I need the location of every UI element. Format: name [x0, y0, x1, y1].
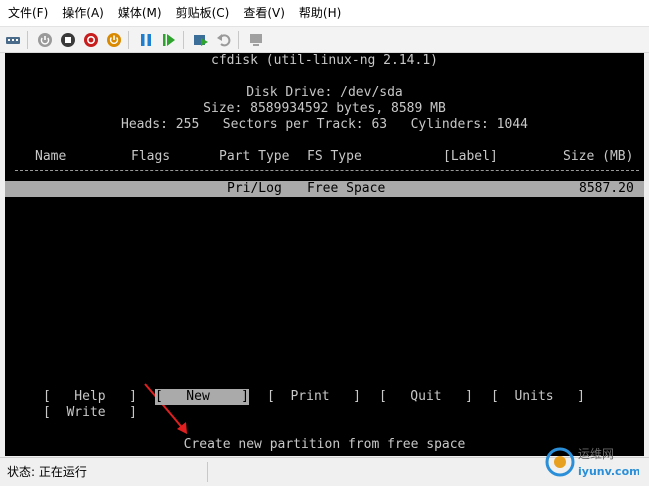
menu-help[interactable]: 帮助(H) [293, 0, 347, 26]
vm-console[interactable]: cfdisk (util-linux-ng 2.14.1) Disk Drive… [5, 53, 644, 456]
row-fs-type: Free Space [307, 181, 386, 196]
watermark-logo: 运维网 iyunv.com [545, 447, 639, 478]
turn-off-icon[interactable] [58, 30, 78, 50]
enhanced-session-icon[interactable] [246, 30, 266, 50]
pause-icon[interactable] [136, 30, 156, 50]
status-text: 状态: 正在运行 [0, 462, 208, 482]
shut-down-icon[interactable] [81, 30, 101, 50]
header-label: [Label] [443, 149, 498, 164]
menu-view[interactable]: 查看(V) [237, 0, 291, 26]
watermark-sub: iyunv.com [578, 465, 639, 478]
print-command[interactable]: [ Print ] [267, 389, 361, 405]
quit-command[interactable]: [ Quit ] [379, 389, 473, 405]
row-part-type: Pri/Log [227, 181, 282, 196]
start-icon[interactable] [35, 30, 55, 50]
new-command[interactable]: [ New ] [155, 389, 249, 405]
write-command[interactable]: [ Write ] [43, 405, 137, 421]
menu-bar: 文件(F) 操作(A) 媒体(M) 剪贴板(C) 查看(V) 帮助(H) [0, 0, 649, 27]
header-name: Name [35, 149, 67, 164]
partition-table-header: Name Flags Part Type FS Type [Label] Siz… [5, 149, 644, 165]
menu-action[interactable]: 操作(A) [56, 0, 110, 26]
power-icon[interactable] [104, 30, 124, 50]
cfdisk-title: cfdisk (util-linux-ng 2.14.1) [211, 53, 438, 68]
menu-clipboard[interactable]: 剪贴板(C) [170, 0, 236, 26]
header-part-type: Part Type [219, 149, 290, 164]
disk-size-line: Size: 8589934592 bytes, 8589 MB [203, 101, 446, 116]
toolbar-separator [238, 30, 239, 49]
header-size: Size (MB) [563, 149, 634, 164]
toolbar-separator [183, 30, 184, 49]
header-divider [15, 170, 639, 171]
watermark-text: 运维网 [578, 447, 614, 461]
checkpoint-icon[interactable] [191, 30, 211, 50]
units-command[interactable]: [ Units ] [491, 389, 585, 405]
ctrl-alt-del-icon[interactable] [3, 30, 23, 50]
menu-media[interactable]: 媒体(M) [112, 0, 168, 26]
toolbar-separator [128, 30, 129, 49]
disk-drive-line: Disk Drive: /dev/sda [246, 85, 403, 100]
toolbar [0, 27, 649, 53]
disk-geometry-line: Heads: 255 Sectors per Track: 63 Cylinde… [121, 117, 528, 132]
revert-icon[interactable] [214, 30, 234, 50]
menu-file[interactable]: 文件(F) [2, 0, 54, 26]
resume-icon[interactable] [159, 30, 179, 50]
header-flags: Flags [131, 149, 171, 164]
row-size: 8587.20 [579, 181, 634, 196]
header-fs-type: FS Type [307, 149, 362, 164]
partition-row[interactable]: Pri/Log Free Space 8587.20 [5, 181, 644, 197]
toolbar-separator [27, 30, 28, 49]
help-command[interactable]: [ Help ] [43, 389, 137, 405]
